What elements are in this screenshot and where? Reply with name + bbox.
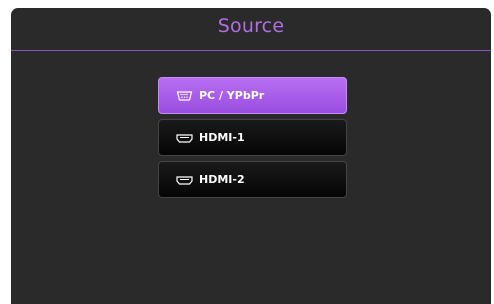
hdmi-port-icon [176,133,193,143]
source-label: PC / YPbPr [199,89,265,102]
source-item-hdmi-1[interactable]: HDMI-1 [158,119,347,156]
source-list: PC / YPbPr HDMI-1 HDMI-2 [158,77,347,203]
header-divider [11,50,491,51]
source-label: HDMI-2 [199,173,245,186]
source-label: HDMI-1 [199,131,245,144]
hdmi-port-icon [176,175,193,185]
vga-port-icon [176,90,193,101]
osd-source-menu: Source PC / YPbPr HDMI-1 HDMI-2 [11,8,491,304]
source-item-pc-ypbpr[interactable]: PC / YPbPr [158,77,347,114]
source-item-hdmi-2[interactable]: HDMI-2 [158,161,347,198]
menu-title: Source [217,15,285,37]
menu-header: Source [11,8,491,50]
